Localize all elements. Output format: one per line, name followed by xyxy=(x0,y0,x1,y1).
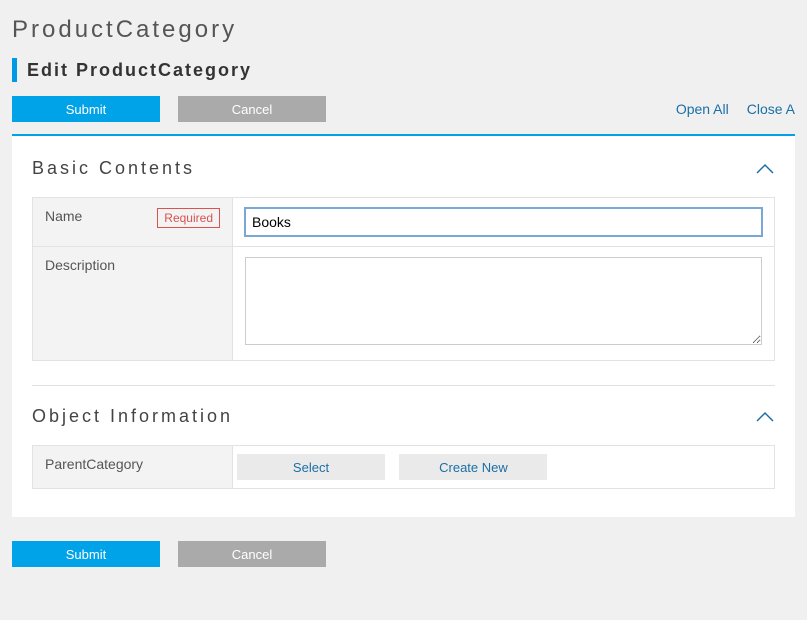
parent-category-control-cell: Select Create New xyxy=(233,446,775,489)
parent-category-label: ParentCategory xyxy=(45,456,143,472)
description-control-cell xyxy=(233,247,775,361)
chevron-up-icon[interactable] xyxy=(755,162,775,176)
object-information-header: Object Information xyxy=(32,406,775,427)
description-label-cell: Description xyxy=(33,247,233,361)
name-input[interactable] xyxy=(245,208,762,236)
open-all-link[interactable]: Open All xyxy=(676,101,729,117)
select-button[interactable]: Select xyxy=(237,454,385,480)
required-badge: Required xyxy=(157,208,220,228)
bottom-action-row: Submit Cancel xyxy=(0,517,807,579)
expand-links: Open All Close A xyxy=(676,101,795,117)
name-control-cell xyxy=(233,198,775,247)
name-label-cell: Name Required xyxy=(33,198,233,247)
parent-category-label-cell: ParentCategory xyxy=(33,446,233,489)
create-new-button[interactable]: Create New xyxy=(399,454,547,480)
description-textarea[interactable] xyxy=(245,257,762,345)
cancel-button-bottom[interactable]: Cancel xyxy=(178,541,326,567)
basic-contents-header: Basic Contents xyxy=(32,158,775,179)
object-information-section: Object Information ParentCategory Select… xyxy=(12,406,795,489)
page-title: ProductCategory xyxy=(0,0,807,50)
description-label: Description xyxy=(45,257,115,273)
subheader: Edit ProductCategory xyxy=(0,50,807,92)
close-all-link[interactable]: Close A xyxy=(747,101,795,117)
page-subtitle: Edit ProductCategory xyxy=(27,60,252,81)
submit-button[interactable]: Submit xyxy=(12,96,160,122)
basic-contents-section: Basic Contents Name Required Description xyxy=(12,158,795,361)
name-label: Name xyxy=(45,208,82,224)
object-information-title: Object Information xyxy=(32,406,233,427)
top-action-row: Submit Cancel Open All Close A xyxy=(0,92,807,134)
form-panel: Basic Contents Name Required Description xyxy=(12,136,795,517)
section-divider xyxy=(32,385,775,386)
submit-button-bottom[interactable]: Submit xyxy=(12,541,160,567)
cancel-button[interactable]: Cancel xyxy=(178,96,326,122)
accent-bar xyxy=(12,58,17,82)
basic-contents-title: Basic Contents xyxy=(32,158,195,179)
object-information-table: ParentCategory Select Create New xyxy=(32,445,775,489)
basic-contents-table: Name Required Description xyxy=(32,197,775,361)
chevron-up-icon[interactable] xyxy=(755,410,775,424)
